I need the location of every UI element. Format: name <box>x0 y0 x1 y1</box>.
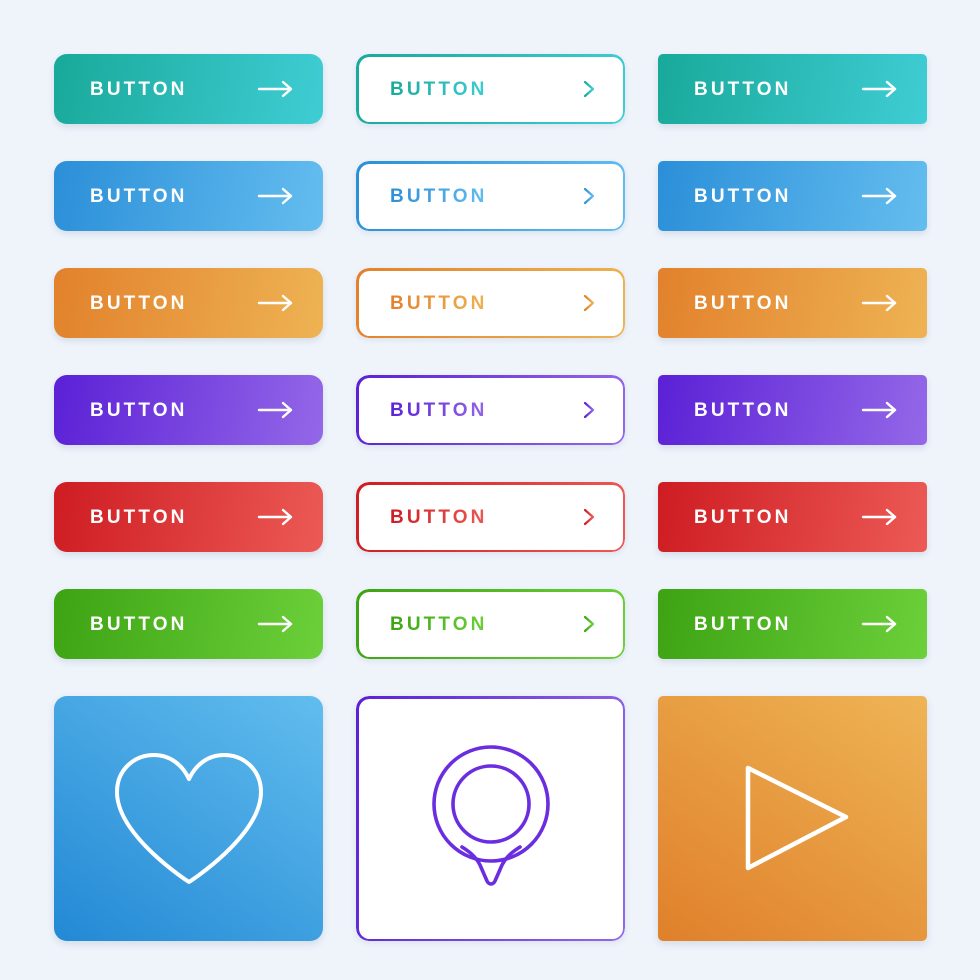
button-label: BUTTON <box>390 613 488 635</box>
arrow-right-icon <box>861 615 897 633</box>
arrow-right-icon <box>257 508 293 526</box>
icon-card-play[interactable] <box>658 696 927 941</box>
arrow-right-icon <box>559 615 595 633</box>
button-red-outline-rounded[interactable]: BUTTON <box>356 482 625 552</box>
arrow-right-icon <box>861 187 897 205</box>
icon-card-map-pin[interactable] <box>356 696 625 941</box>
button-label: BUTTON <box>694 613 792 635</box>
button-label: BUTTON <box>390 185 488 207</box>
button-label: BUTTON <box>694 399 792 421</box>
button-green-solid-square[interactable]: BUTTON <box>658 589 927 659</box>
button-label: BUTTON <box>390 399 488 421</box>
arrow-right-icon <box>861 508 897 526</box>
button-label: BUTTON <box>694 506 792 528</box>
button-label: BUTTON <box>390 78 488 100</box>
button-red-solid-square[interactable]: BUTTON <box>658 482 927 552</box>
map-pin-icon <box>431 744 550 886</box>
button-label: BUTTON <box>90 292 188 314</box>
button-label: BUTTON <box>90 506 188 528</box>
button-label: BUTTON <box>694 185 792 207</box>
button-teal-solid-square[interactable]: BUTTON <box>658 54 927 124</box>
arrow-right-icon <box>861 294 897 312</box>
button-label: BUTTON <box>90 185 188 207</box>
arrow-right-icon <box>559 508 595 526</box>
button-label: BUTTON <box>694 78 792 100</box>
button-label: BUTTON <box>90 78 188 100</box>
button-teal-solid-rounded[interactable]: BUTTON <box>54 54 323 124</box>
button-green-solid-rounded[interactable]: BUTTON <box>54 589 323 659</box>
arrow-right-icon <box>257 615 293 633</box>
button-orange-solid-rounded[interactable]: BUTTON <box>54 268 323 338</box>
button-label: BUTTON <box>694 292 792 314</box>
heart-icon <box>114 753 263 884</box>
button-orange-outline-rounded[interactable]: BUTTON <box>356 268 625 338</box>
arrow-right-icon <box>257 294 293 312</box>
button-label: BUTTON <box>90 399 188 421</box>
button-teal-outline-rounded[interactable]: BUTTON <box>356 54 625 124</box>
arrow-right-icon <box>861 80 897 98</box>
button-orange-solid-square[interactable]: BUTTON <box>658 268 927 338</box>
arrow-right-icon <box>257 401 293 419</box>
button-red-solid-rounded[interactable]: BUTTON <box>54 482 323 552</box>
arrow-right-icon <box>559 187 595 205</box>
button-label: BUTTON <box>390 506 488 528</box>
button-purple-outline-rounded[interactable]: BUTTON <box>356 375 625 445</box>
arrow-right-icon <box>559 294 595 312</box>
arrow-right-icon <box>559 80 595 98</box>
icon-card-heart[interactable] <box>54 696 323 941</box>
button-set-board: BUTTON BUTTON BUTTON BUTTON BUTTON BUTTO… <box>0 0 980 980</box>
arrow-right-icon <box>257 80 293 98</box>
button-green-outline-rounded[interactable]: BUTTON <box>356 589 625 659</box>
button-blue-solid-square[interactable]: BUTTON <box>658 161 927 231</box>
arrow-right-icon <box>559 401 595 419</box>
button-purple-solid-square[interactable]: BUTTON <box>658 375 927 445</box>
button-label: BUTTON <box>90 613 188 635</box>
arrow-right-icon <box>861 401 897 419</box>
button-blue-outline-rounded[interactable]: BUTTON <box>356 161 625 231</box>
play-icon <box>745 765 848 870</box>
button-label: BUTTON <box>390 292 488 314</box>
button-blue-solid-rounded[interactable]: BUTTON <box>54 161 323 231</box>
button-purple-solid-rounded[interactable]: BUTTON <box>54 375 323 445</box>
button-grid: BUTTON BUTTON BUTTON BUTTON BUTTON BUTTO… <box>54 54 927 941</box>
arrow-right-icon <box>257 187 293 205</box>
